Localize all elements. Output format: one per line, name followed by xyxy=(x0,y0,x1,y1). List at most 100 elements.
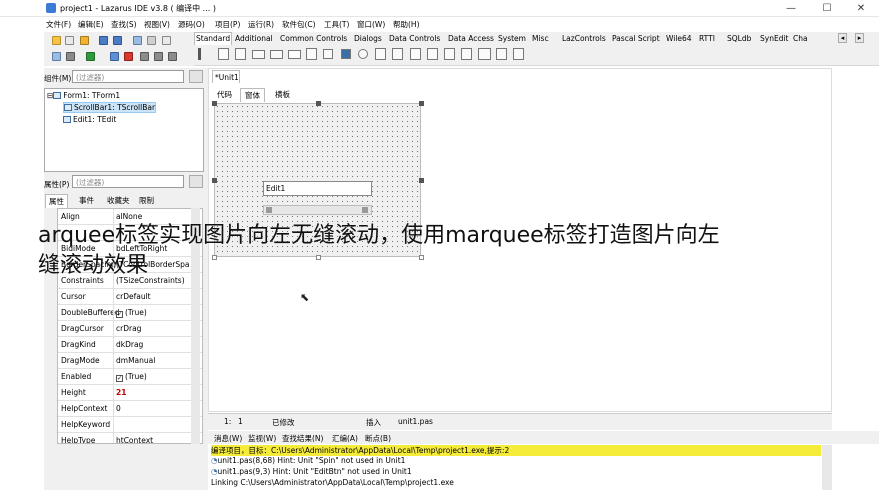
tree-node-form1[interactable]: ⊟ Form1: TForm1 xyxy=(47,91,120,100)
tab-code[interactable]: 代码 xyxy=(213,88,236,101)
tedit-icon[interactable] xyxy=(288,50,301,59)
palette-tab-rtti[interactable]: RTTI xyxy=(699,34,715,43)
prop-row-enabled[interactable]: Enabled ✓ (True) xyxy=(58,369,202,385)
tradiogroup-icon[interactable] xyxy=(444,48,455,60)
tgroupbox-icon[interactable] xyxy=(427,48,438,60)
prop-value[interactable]: alNone xyxy=(116,212,142,221)
prop-row-doublebuffered[interactable]: DoubleBuffered ✓ (True) xyxy=(58,305,202,321)
menu-view[interactable]: 视图(V) xyxy=(144,19,170,30)
prop-value[interactable]: crDefault xyxy=(116,292,151,301)
view-forms-icon[interactable] xyxy=(162,36,171,45)
tab-anchor-editor[interactable]: 横板 xyxy=(271,88,294,101)
palette-tab-sqldb[interactable]: SQLdb xyxy=(727,34,751,43)
form-designer-canvas[interactable] xyxy=(214,103,421,257)
palette-tab-synedit[interactable]: SynEdit xyxy=(760,34,788,43)
prop-value[interactable]: htContext xyxy=(116,436,153,443)
new-file-icon[interactable] xyxy=(52,36,61,45)
prop-row-anchors[interactable] xyxy=(58,225,202,241)
open-folder-icon[interactable] xyxy=(80,36,89,45)
tab-watches[interactable]: 监视(W) xyxy=(248,433,276,444)
message-line[interactable]: 编译项目，目标：C:\Users\Administrator\AppData\L… xyxy=(211,445,821,456)
menu-source[interactable]: 源码(O) xyxy=(178,19,205,30)
prop-row-dragcursor[interactable]: DragCursor crDrag xyxy=(58,321,202,337)
prop-row-dragkind[interactable]: DragKind dkDrag xyxy=(58,337,202,353)
tscrollbar-icon[interactable] xyxy=(410,48,421,60)
step-out-icon[interactable] xyxy=(168,52,177,61)
palette-tab-wile64[interactable]: Wile64 xyxy=(666,34,692,43)
tcheckgroup-icon[interactable] xyxy=(461,48,472,60)
prop-value[interactable]: bdLeftToRight xyxy=(116,244,167,253)
components-filter-clear-icon[interactable] xyxy=(189,70,203,83)
palette-tab-data-access[interactable]: Data Access xyxy=(448,34,494,43)
scroll-left-arrow-icon[interactable] xyxy=(266,207,272,213)
menu-file[interactable]: 文件(F) xyxy=(46,19,71,30)
tmemo-icon[interactable] xyxy=(306,48,317,60)
close-button[interactable]: ✕ xyxy=(843,0,879,17)
maximize-button[interactable]: ☐ xyxy=(809,0,845,17)
new-form-icon[interactable] xyxy=(65,36,74,45)
save-icon[interactable] xyxy=(99,36,108,45)
tpopupmenu-icon[interactable] xyxy=(235,48,246,60)
tab-form-designer[interactable]: 窗体 xyxy=(240,88,265,102)
tcheckbox-icon[interactable] xyxy=(341,49,351,59)
property-grid-scrollbar[interactable] xyxy=(191,208,200,444)
tab-properties[interactable]: 属性 xyxy=(45,194,68,208)
prop-row-helpcontext[interactable]: HelpContext 0 xyxy=(58,401,202,417)
resize-handle[interactable] xyxy=(316,101,321,106)
ttogglebox-icon[interactable] xyxy=(323,49,333,59)
prop-value[interactable]: 21 xyxy=(116,388,126,397)
palette-tab-pascal-script[interactable]: Pascal Script xyxy=(612,34,660,43)
step-over-icon[interactable] xyxy=(154,52,163,61)
tmainmenu-icon[interactable] xyxy=(218,48,229,60)
prop-row-dragmode[interactable]: DragMode dmManual xyxy=(58,353,202,369)
tpanel-icon[interactable] xyxy=(478,48,491,60)
prop-value-checkbox[interactable]: ✓ (True) xyxy=(116,308,147,318)
tab-breakpoints[interactable]: 断点(B) xyxy=(365,433,391,444)
properties-filter-input[interactable]: (过滤器) xyxy=(72,175,184,188)
palette-scroll-left-icon[interactable]: ◂ xyxy=(838,33,847,43)
prop-value[interactable]: dmManual xyxy=(116,356,155,365)
prop-row-cursor[interactable]: Cursor crDefault xyxy=(58,289,202,305)
palette-tab-system[interactable]: System xyxy=(498,34,526,43)
tlistbox-icon[interactable] xyxy=(375,48,386,60)
message-line[interactable]: Linking C:\Users\Administrator\AppData\L… xyxy=(211,478,454,489)
palette-tab-misc[interactable]: Misc xyxy=(532,34,549,43)
message-line[interactable]: ◔unit1.pas(8,68) Hint: Unit "Spin" not u… xyxy=(211,456,405,467)
tab-messages[interactable]: 消息(W) xyxy=(214,433,242,444)
palette-scroll-right-icon[interactable]: ▸ xyxy=(855,33,864,43)
resize-handle[interactable] xyxy=(212,178,217,183)
palette-tab-lazcontrols[interactable]: LazControls xyxy=(562,34,606,43)
run-options-icon[interactable] xyxy=(66,52,75,61)
prop-value[interactable]: dkDrag xyxy=(116,340,143,349)
prop-row-borderspacing[interactable]: BorderSpacing (TControlBorderSpa xyxy=(58,257,202,273)
prop-value[interactable]: (TSizeConstraints) xyxy=(116,276,185,285)
resize-handle[interactable] xyxy=(212,255,217,260)
menu-run[interactable]: 运行(R) xyxy=(248,19,274,30)
components-filter-input[interactable]: (过滤器) xyxy=(72,70,184,83)
checkbox-checked-icon[interactable]: ✓ xyxy=(116,311,123,318)
edit1-control[interactable]: Edit1 xyxy=(263,181,372,196)
tree-node-edit1[interactable]: Edit1: TEdit xyxy=(63,115,116,124)
menu-package[interactable]: 软件包(C) xyxy=(282,19,316,30)
tab-restricted[interactable]: 限制 xyxy=(136,194,157,207)
prop-row-bidimode[interactable]: BidiMode bdLeftToRight xyxy=(58,241,202,257)
tbutton-icon[interactable] xyxy=(252,50,265,59)
scroll-right-arrow-icon[interactable] xyxy=(362,207,368,213)
properties-filter-clear-icon[interactable] xyxy=(189,175,203,188)
resize-handle[interactable] xyxy=(212,101,217,106)
tactionlist-icon[interactable] xyxy=(513,48,524,60)
prop-value[interactable]: (TControlBorderSpa xyxy=(116,260,189,269)
tab-events[interactable]: 事件 xyxy=(76,194,97,207)
menu-window[interactable]: 窗口(W) xyxy=(357,19,385,30)
minimize-button[interactable]: — xyxy=(773,0,809,17)
tree-node-scrollbar1[interactable]: ScrollBar1: TScrollBar xyxy=(63,102,157,113)
tlabel-icon[interactable] xyxy=(270,50,283,59)
menu-tools[interactable]: 工具(T) xyxy=(324,19,349,30)
resize-handle[interactable] xyxy=(316,255,321,260)
checkbox-checked-icon[interactable]: ✓ xyxy=(116,375,123,382)
prop-row-align[interactable]: Align alNone xyxy=(58,209,202,225)
palette-tab-additional[interactable]: Additional xyxy=(235,34,273,43)
prop-row-height[interactable]: Height 21 xyxy=(58,385,202,401)
palette-tab-dialogs[interactable]: Dialogs xyxy=(354,34,382,43)
menu-edit[interactable]: 编辑(E) xyxy=(78,19,104,30)
